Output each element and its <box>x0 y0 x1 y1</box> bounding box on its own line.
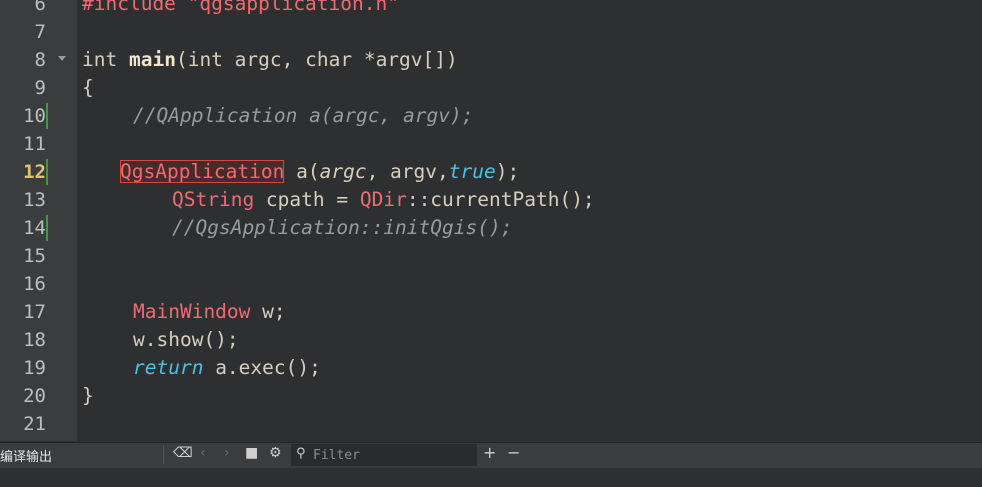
code-text: , argv, <box>366 160 449 183</box>
compile-output-tab[interactable]: 编译输出 <box>0 446 52 465</box>
code-text: a.exec(); <box>203 356 321 379</box>
params: argc, <box>222 48 306 71</box>
type-name: QDir <box>359 188 407 211</box>
params: *argv[]) <box>352 48 458 71</box>
search-icon: ⚲ <box>296 446 306 461</box>
code-line-20[interactable]: } <box>82 382 94 410</box>
line-number: 21 <box>23 413 46 435</box>
output-pane-toolbar: 编译输出 ⌫ ‹ › ■ ⚙ ⚲ + − <box>0 442 982 468</box>
code-text: w; <box>250 300 286 323</box>
modified-line-marker <box>46 159 48 185</box>
line-number: 7 <box>34 21 46 43</box>
keyword-return: return <box>133 356 204 379</box>
code-param: argc <box>319 160 367 183</box>
modified-line-marker <box>46 103 48 129</box>
line-number: 9 <box>34 77 46 99</box>
code-line-18[interactable]: w.show(); <box>133 326 239 354</box>
filter-input[interactable] <box>291 444 477 466</box>
literal-true: true <box>448 160 496 183</box>
punct: ( <box>175 48 188 71</box>
remove-button[interactable]: − <box>507 443 520 462</box>
code-line-9[interactable]: { <box>82 74 94 102</box>
line-number: 19 <box>23 357 46 379</box>
output-pane <box>0 468 982 487</box>
gear-icon[interactable]: ⚙ <box>269 445 282 461</box>
code-editor[interactable]: 6 7 8 9 10 11 12 13 14 15 16 17 18 19 20… <box>0 0 982 441</box>
add-button[interactable]: + <box>483 443 496 462</box>
line-number: 16 <box>23 273 46 295</box>
line-number: 18 <box>23 329 46 351</box>
modified-line-marker <box>46 215 48 241</box>
keyword: int <box>82 48 118 71</box>
code-text: cpath = <box>254 188 360 211</box>
code-line-14[interactable]: //QgsApplication::initQgis(); <box>172 214 512 242</box>
code-line-19[interactable]: return a.exec(); <box>133 354 321 382</box>
keyword: char <box>305 48 353 71</box>
line-number: 10 <box>23 105 46 127</box>
line-number: 15 <box>23 245 46 267</box>
type-name: MainWindow <box>133 300 251 323</box>
code-line-10[interactable]: //QApplication a(argc, argv); <box>133 102 473 130</box>
line-number: 13 <box>23 189 46 211</box>
line-number: 20 <box>23 385 46 407</box>
function-name: main <box>128 48 176 71</box>
keyword: int <box>187 48 223 71</box>
stop-icon[interactable]: ■ <box>245 445 258 461</box>
line-number: 11 <box>23 133 46 155</box>
divider <box>163 446 164 464</box>
code-text: a( <box>284 160 320 183</box>
code-text: ::currentPath(); <box>406 188 595 211</box>
line-number: 8 <box>34 49 46 71</box>
error-highlight-type[interactable]: QgsApplication <box>120 160 285 183</box>
fold-arrow-icon[interactable] <box>58 56 66 61</box>
code-line-13[interactable]: QString cpath = QDir::currentPath(); <box>172 186 595 214</box>
code-text: ); <box>495 160 520 183</box>
code-line-17[interactable]: MainWindow w; <box>133 298 286 326</box>
line-number: 6 <box>34 0 46 15</box>
line-number-current: 12 <box>23 161 46 183</box>
code-line-12[interactable]: QgsApplication a(argc, argv,true); <box>120 158 519 186</box>
type-name: QString <box>172 188 255 211</box>
previous-icon[interactable]: ‹ <box>200 445 206 461</box>
line-number: 17 <box>23 301 46 323</box>
code-line-8[interactable]: int main(int argc, char *argv[]) <box>82 46 458 74</box>
clear-output-icon[interactable]: ⌫ <box>173 445 193 461</box>
code-line-6[interactable]: #include "qgsapplication.h" <box>82 0 399 18</box>
line-number-gutter[interactable]: 6 7 8 9 10 11 12 13 14 15 16 17 18 19 20… <box>0 0 77 441</box>
next-icon[interactable]: › <box>224 445 230 461</box>
line-number: 14 <box>23 217 46 239</box>
